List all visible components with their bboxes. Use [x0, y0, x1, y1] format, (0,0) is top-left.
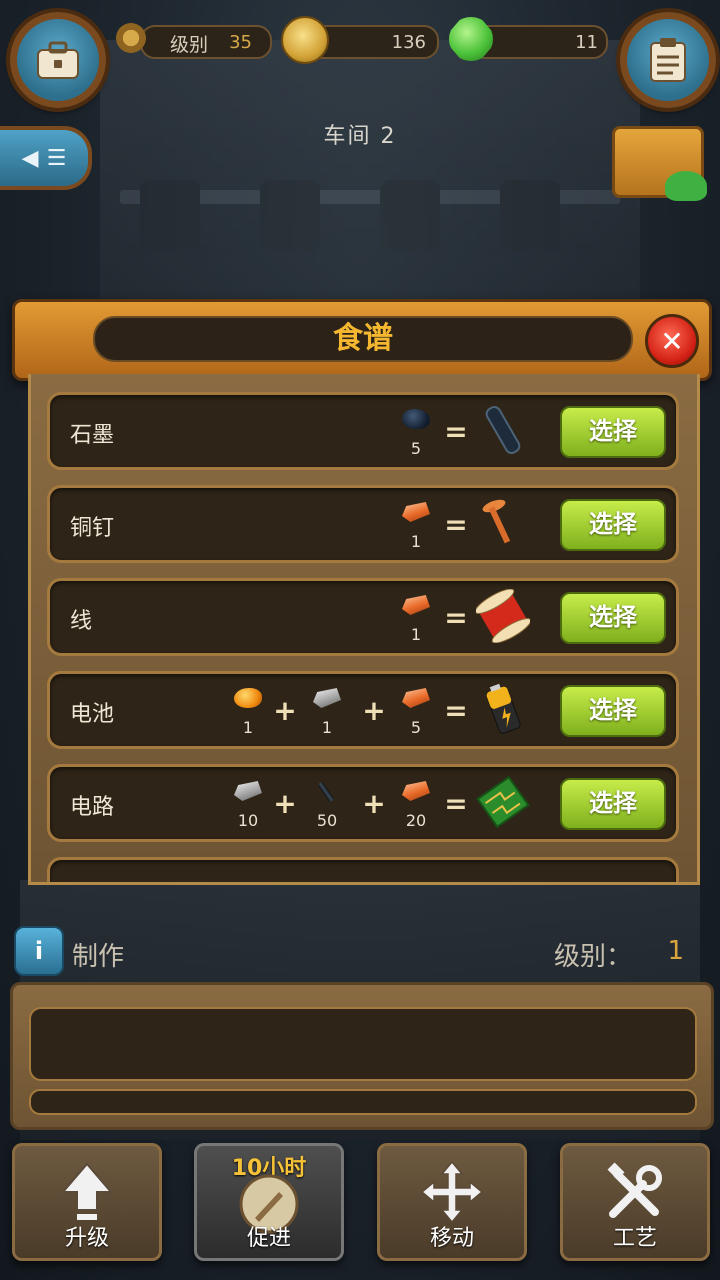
close-icon: ✕	[660, 324, 684, 358]
ingredient-qty: 5	[410, 718, 422, 737]
ingredient: 1	[228, 684, 268, 738]
craft-level-label: 级别：	[553, 942, 632, 972]
level-label: 级别	[170, 34, 209, 56]
ingredient: 1	[396, 591, 436, 645]
dialog-title-box: 食谱	[93, 316, 633, 362]
copper-nail-icon	[482, 499, 511, 544]
circuit-board-icon	[476, 775, 530, 829]
plus-icon: +	[273, 694, 297, 727]
recipe-name: 电池	[70, 702, 115, 727]
craft-panel	[10, 982, 714, 1130]
ingredient: 20	[396, 777, 436, 831]
ingredient: 10	[228, 777, 268, 831]
info-icon: i	[34, 937, 44, 965]
equals-icon: =	[444, 787, 468, 820]
copper-ingot-icon	[402, 502, 430, 522]
ingredient: 5	[396, 405, 436, 459]
recipe-row-copper-nail: 铜钉 1 = 选择	[47, 485, 679, 563]
ingredient-qty: 1	[321, 718, 333, 737]
close-button[interactable]: ✕	[645, 314, 699, 368]
coins-value: 136	[391, 32, 426, 53]
recipe-row-partial	[47, 857, 679, 882]
craft-button-label: 工艺	[612, 1226, 657, 1251]
silver-ingot-icon	[313, 688, 341, 708]
recipe-row-battery: 电池 1 + 1 + 5 = 选择	[47, 671, 679, 749]
equals-icon: =	[444, 415, 468, 448]
equals-icon: =	[444, 694, 468, 727]
plus-icon: +	[362, 694, 386, 727]
upgrade-label: 升级	[64, 1226, 109, 1251]
toolbox-button[interactable]	[10, 12, 106, 108]
ingredient-qty: 5	[410, 439, 422, 458]
plus-icon: +	[273, 787, 297, 820]
recipe-name: 线	[70, 609, 93, 634]
ingredient-qty: 50	[316, 811, 338, 830]
plus-icon: +	[362, 787, 386, 820]
select-button[interactable]: 选择	[560, 406, 666, 458]
select-button[interactable]: 选择	[560, 778, 666, 830]
recipe-name: 电路	[70, 795, 115, 820]
ingredient: 50	[307, 777, 347, 831]
info-button[interactable]: i	[14, 926, 64, 976]
wire-spool-icon	[476, 589, 530, 643]
ingredient: 1	[307, 684, 347, 738]
craft-level-value: 1	[667, 936, 684, 966]
battery-icon	[486, 683, 521, 734]
boost-button[interactable]: 10小时 促进	[194, 1143, 344, 1261]
copper-ingot-icon	[402, 781, 430, 801]
copper-ingot-icon	[402, 595, 430, 615]
coin-icon	[281, 16, 329, 64]
tasks-button[interactable]	[620, 12, 716, 108]
workshop-machine-background	[100, 40, 640, 310]
move-button[interactable]: 移动	[377, 1143, 527, 1261]
recipe-dialog-header: 食谱 ✕	[12, 299, 712, 381]
move-arrows-icon	[420, 1160, 484, 1224]
boost-label: 促进	[246, 1226, 291, 1251]
toolbox-icon	[37, 41, 79, 79]
graphite-icon	[317, 781, 335, 803]
ingredient-qty: 1	[242, 718, 254, 737]
arrow-up-icon	[60, 1162, 114, 1220]
coal-icon	[402, 409, 430, 429]
upgrade-button[interactable]: 升级	[12, 1143, 162, 1261]
select-button[interactable]: 选择	[560, 685, 666, 737]
ingredient-qty: 1	[410, 625, 422, 644]
recipe-row-graphite: 石墨 5 = 选择	[47, 392, 679, 470]
move-label: 移动	[429, 1226, 474, 1251]
recipe-name: 铜钉	[70, 516, 115, 541]
craft-label: 制作	[72, 942, 125, 972]
tools-icon	[607, 1162, 662, 1218]
select-button[interactable]: 选择	[560, 592, 666, 644]
gold-nugget-icon	[234, 688, 262, 708]
clipboard-icon	[650, 38, 686, 82]
equals-icon: =	[444, 508, 468, 541]
ingredient: 5	[396, 684, 436, 738]
select-button[interactable]: 选择	[560, 499, 666, 551]
craft-progress-bar	[29, 1089, 697, 1115]
craft-slot	[29, 1007, 697, 1081]
recipe-name: 石墨	[70, 423, 115, 448]
gear-icon	[112, 19, 150, 57]
ingredient-qty: 1	[410, 532, 422, 551]
ingredient: 1	[396, 498, 436, 552]
graphite-rod-icon	[485, 406, 521, 454]
level-value: 35	[229, 32, 252, 53]
gems-value: 11	[575, 32, 598, 53]
craft-button[interactable]: 工艺	[560, 1143, 710, 1261]
ingredient-qty: 20	[405, 811, 427, 830]
copper-ingot-icon	[402, 688, 430, 708]
recipe-row-circuit: 电路 10 + 50 + 20 = 选择	[47, 764, 679, 842]
recipe-list[interactable]: 石墨 5 = 选择 铜钉 1 = 选择 线 1 = 选择 电池 1 + 1 + …	[28, 374, 700, 885]
ingredient-qty: 10	[237, 811, 259, 830]
silver-ingot-icon	[234, 781, 262, 801]
recipe-row-wire: 线 1 = 选择	[47, 578, 679, 656]
equals-icon: =	[444, 601, 468, 634]
dialog-title: 食谱	[333, 321, 393, 356]
treasure-chest-icon[interactable]	[612, 126, 707, 201]
